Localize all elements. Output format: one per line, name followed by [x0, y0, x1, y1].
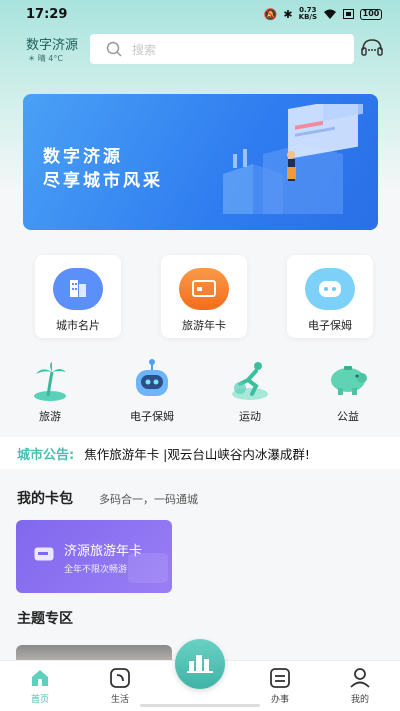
category-row: 旅游 电子保姆 运动 公益 [0, 356, 400, 426]
notice-tag: 城市公告: [17, 447, 75, 463]
sim-icon [343, 9, 354, 19]
life-icon [110, 668, 130, 688]
search-bar[interactable]: 搜索 [90, 34, 354, 64]
category-label: 公益 [337, 410, 359, 423]
robot-icon [305, 268, 355, 310]
tile-label: 旅游年卡 [182, 319, 226, 332]
category-charity[interactable]: 公益 [308, 356, 388, 426]
feature-tiles: 城市名片 旅游年卡 电子保姆 [0, 255, 400, 340]
weather-info: ☀ 晴 4°C [28, 54, 63, 63]
network-speed: 0.73 KB/S [299, 7, 317, 21]
tile-label: 电子保姆 [308, 319, 352, 332]
category-label: 运动 [239, 410, 261, 423]
mute-icon: 🔕 [263, 7, 278, 21]
city-name[interactable]: 数字济源 [26, 34, 78, 53]
document-icon [270, 668, 290, 688]
wifi-icon [324, 9, 336, 19]
wallet-title: 我的卡包 [17, 491, 73, 507]
tab-label: 办事 [270, 695, 289, 705]
customer-service-icon[interactable] [360, 38, 384, 60]
tab-profile[interactable]: 我的 [330, 661, 390, 711]
card-icon [179, 268, 229, 310]
status-icons: 🔕 ✱ 0.73 KB/S 100 [264, 7, 382, 21]
promo-banner[interactable]: 数字济源 尽享城市风采 [23, 94, 378, 230]
status-time: 17:29 [26, 6, 68, 22]
running-icon [232, 362, 268, 400]
notice-text[interactable]: 焦作旅游年卡 |观云台山峡谷内冰瀑成群! [84, 444, 310, 463]
battery-icon: 100 [360, 8, 382, 20]
card-decoration [128, 553, 168, 583]
status-bar: 17:29 🔕 ✱ 0.73 KB/S 100 [0, 0, 400, 28]
city-illustration [223, 104, 363, 214]
home-indicator [140, 704, 260, 707]
banner-subtitle: 尽享城市风采 [43, 171, 163, 191]
robot-icon [136, 359, 168, 396]
banner-title: 数字济源 [43, 147, 123, 167]
network-speed-unit: KB/S [298, 13, 317, 21]
tab-home[interactable]: 首页 [10, 661, 70, 711]
search-placeholder: 搜索 [132, 42, 157, 57]
city-skyline-icon [187, 655, 213, 673]
wallet-subtitle: 多码合一，一码通城 [99, 493, 198, 506]
tile-e-nanny[interactable]: 电子保姆 [287, 255, 373, 338]
category-e-nanny[interactable]: 电子保姆 [112, 356, 192, 426]
category-travel[interactable]: 旅游 [10, 356, 90, 426]
home-icon [32, 670, 48, 686]
building-icon [53, 268, 103, 310]
search-icon [106, 41, 122, 57]
category-label: 旅游 [39, 410, 61, 423]
tab-label: 首页 [30, 695, 49, 705]
tile-travel-card[interactable]: 旅游年卡 [161, 255, 247, 338]
card-icon [34, 547, 54, 561]
category-label: 电子保姆 [130, 410, 174, 423]
user-icon [350, 668, 370, 688]
city-notice-bar[interactable]: 城市公告: 焦作旅游年卡 |观云台山峡谷内冰瀑成群! [0, 437, 400, 469]
travel-annual-card[interactable]: 济源旅游年卡 全年不限次畅游 [16, 520, 172, 593]
center-city-button[interactable] [175, 639, 225, 689]
piggy-bank-icon [331, 366, 367, 395]
bluetooth-icon: ✱ [283, 7, 293, 21]
tab-label: 我的 [350, 695, 369, 705]
palm-tree-icon [34, 362, 66, 401]
theme-title: 主题专区 [17, 611, 73, 627]
tile-label: 城市名片 [56, 319, 100, 332]
category-sports[interactable]: 运动 [210, 356, 290, 426]
top-header: 数字济源 ☀ 晴 4°C 搜索 [0, 34, 400, 68]
tile-city-card[interactable]: 城市名片 [35, 255, 121, 338]
